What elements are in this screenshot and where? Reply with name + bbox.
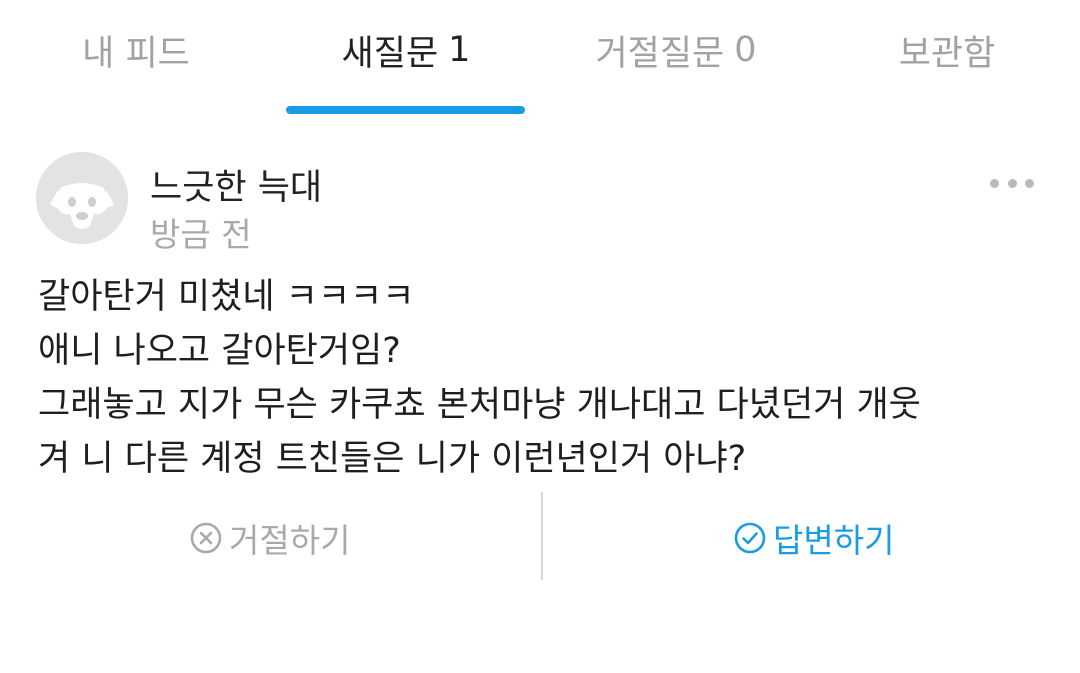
question-line: 겨 니 다른 계정 트친들은 니가 이런년인거 아냐?	[38, 439, 747, 479]
tab-count: 0	[734, 30, 757, 70]
question-body: 갈아탄거 미쳤네 ㅋㅋㅋㅋ 애니 나오고 갈아탄거임? 그래놓고 지가 무슨 카…	[38, 270, 1058, 486]
tab-bar: 내 피드 새질문 1 거절질문 0 보관함	[0, 0, 1080, 116]
question-line: 애니 나오고 갈아탄거임?	[38, 331, 401, 371]
tab-label: 보관함	[898, 33, 996, 74]
tab-count: 1	[448, 30, 471, 70]
active-tab-indicator	[286, 106, 525, 114]
action-divider	[541, 492, 543, 580]
tab-label: 내 피드	[82, 33, 190, 74]
more-options-button[interactable]	[990, 168, 1034, 198]
answer-label: 답변하기	[773, 521, 895, 560]
question-actions: 거절하기 답변하기	[0, 492, 1080, 582]
tab-rejected-questions[interactable]: 거절질문 0	[578, 0, 774, 100]
answer-button[interactable]: 답변하기	[733, 512, 894, 564]
author-name: 느긋한 늑대	[150, 168, 323, 208]
dog-avatar-icon[interactable]	[36, 152, 128, 244]
tab-my-feed[interactable]: 내 피드	[40, 0, 232, 100]
more-dot-icon	[1007, 178, 1017, 188]
question-line: 갈아탄거 미쳤네 ㅋㅋㅋㅋ	[38, 277, 415, 317]
tab-archive[interactable]: 보관함	[850, 0, 1044, 100]
tab-label: 거절질문	[595, 33, 725, 74]
check-circle-icon	[734, 522, 766, 554]
more-dot-icon	[990, 178, 999, 188]
x-circle-icon	[190, 522, 222, 554]
timestamp: 방금 전	[150, 215, 252, 254]
more-dot-icon	[1025, 178, 1034, 188]
reject-button[interactable]: 거절하기	[189, 512, 350, 564]
question-line: 그래놓고 지가 무슨 카쿠쵸 본처마냥 개나대고 다녔던거 개웃	[38, 385, 921, 425]
tab-new-questions[interactable]: 새질문 1	[300, 0, 512, 100]
reject-label: 거절하기	[229, 521, 351, 560]
tab-label: 새질문	[341, 33, 439, 74]
